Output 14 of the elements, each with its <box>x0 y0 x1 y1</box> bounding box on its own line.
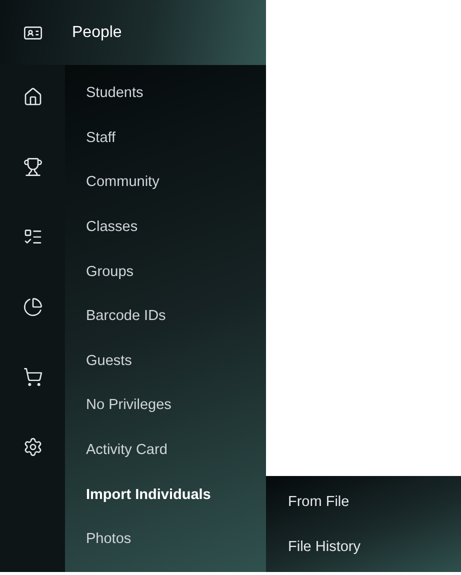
submenu-item[interactable]: From File <box>288 490 461 514</box>
header-title: People <box>72 22 122 42</box>
menu-item[interactable]: Classes <box>65 214 266 260</box>
menu-item[interactable]: Photos <box>65 527 266 572</box>
menu-item[interactable]: Community <box>65 170 266 215</box>
menu-item[interactable]: Barcode IDs <box>65 304 266 349</box>
submenu-item[interactable]: File History <box>288 534 461 558</box>
menu-item[interactable]: Students <box>65 81 266 126</box>
menu-item[interactable]: Import Individuals <box>65 482 266 528</box>
menu-item[interactable]: Staff <box>65 126 266 170</box>
menu-item[interactable]: No Privileges <box>65 393 266 438</box>
menu-item[interactable]: Activity Card <box>65 438 266 483</box>
menu-item[interactable]: Guests <box>65 348 266 394</box>
menu-item[interactable]: Groups <box>65 260 266 304</box>
